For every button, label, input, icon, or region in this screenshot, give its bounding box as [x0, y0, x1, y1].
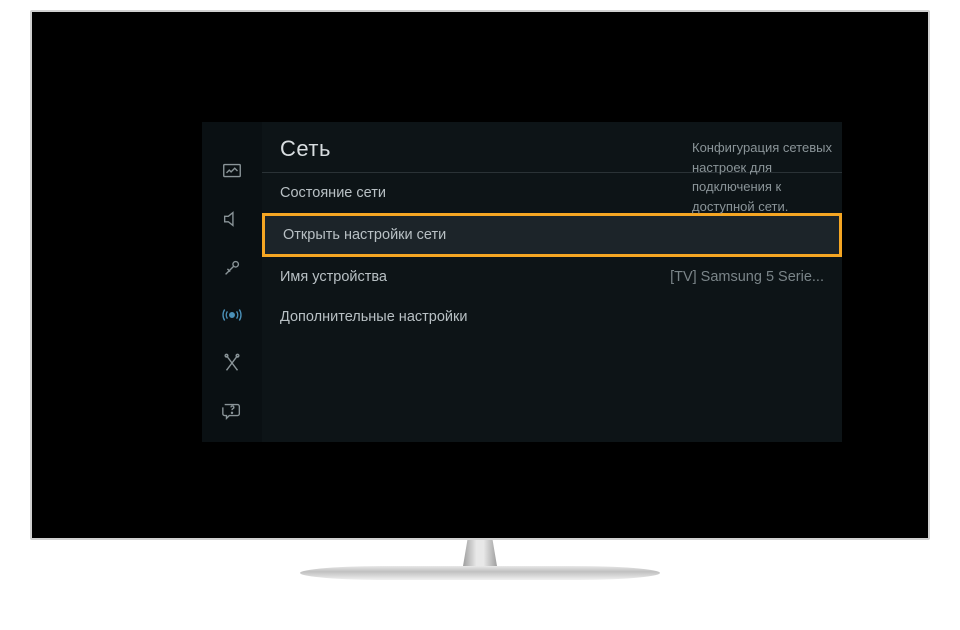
menu-item-label: Состояние сети: [280, 185, 386, 201]
sound-icon[interactable]: [217, 204, 247, 234]
settings-sidebar: [202, 122, 262, 442]
support-icon[interactable]: [217, 396, 247, 426]
broadcast-icon[interactable]: [217, 252, 247, 282]
tv-stand-base: [300, 566, 660, 580]
tv-stand: [300, 540, 660, 590]
panel-description: Конфигурация сетевых настроек для подклю…: [686, 138, 846, 216]
menu-item-label: Открыть настройки сети: [283, 227, 446, 243]
menu-item-label: Имя устройства: [280, 269, 387, 285]
tv-frame: Сеть Состояние сети Открыть настройки се…: [30, 10, 930, 540]
network-icon[interactable]: [217, 300, 247, 330]
menu-item-advanced-settings[interactable]: Дополнительные настройки: [262, 297, 842, 337]
menu-item-device-name[interactable]: Имя устройства [TV] Samsung 5 Serie...: [262, 257, 842, 297]
menu-item-label: Дополнительные настройки: [280, 309, 467, 325]
menu-item-open-network-settings[interactable]: Открыть настройки сети: [262, 213, 842, 257]
tools-icon[interactable]: [217, 348, 247, 378]
menu-item-value: [TV] Samsung 5 Serie...: [622, 269, 824, 285]
tv-screen: Сеть Состояние сети Открыть настройки се…: [46, 26, 914, 524]
picture-icon[interactable]: [217, 156, 247, 186]
